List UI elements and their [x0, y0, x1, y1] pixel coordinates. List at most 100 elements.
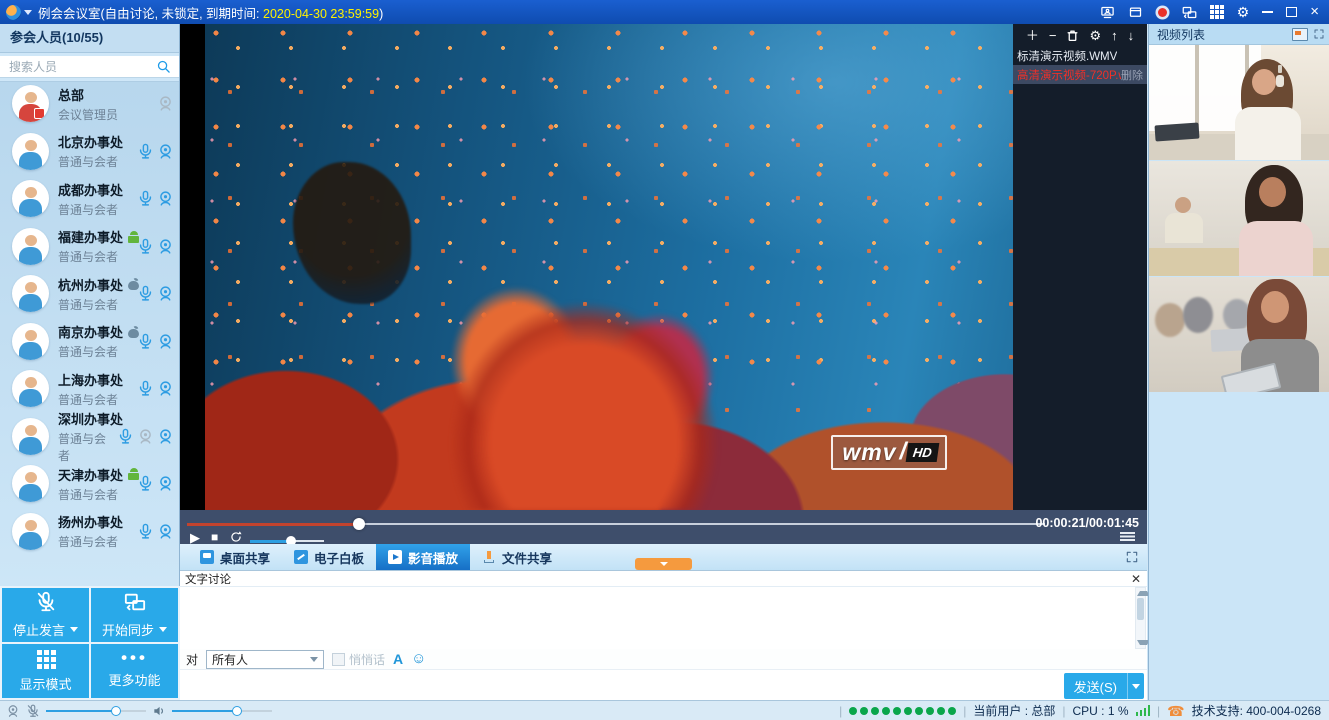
microphone-icon[interactable] — [137, 475, 154, 492]
file-upload-icon — [482, 550, 496, 564]
grid-icon — [37, 650, 42, 655]
screen-broadcast-icon[interactable] — [1100, 5, 1115, 20]
microphone-muted-icon[interactable] — [26, 704, 40, 718]
search-input[interactable] — [0, 56, 179, 78]
participant-row[interactable]: 深圳办事处 普通与会者 — [0, 413, 180, 461]
microphone-icon[interactable] — [137, 285, 154, 302]
send-options-caret[interactable] — [1128, 673, 1144, 699]
webcam-icon[interactable] — [157, 428, 174, 445]
start-sync-button[interactable]: 开始同步 — [91, 588, 178, 642]
speaker-volume-slider[interactable] — [172, 706, 272, 716]
participant-role: 普通与会者 — [58, 296, 137, 313]
playlist-panel: ＋ − ⚙ ↑ ↓ 标清演示视频.WMV 高清演示视频-720P.wmv 删 — [1013, 24, 1147, 510]
scroll-thumb[interactable] — [1137, 598, 1144, 620]
emoji-button[interactable]: ☺ — [411, 652, 426, 666]
video-list-expand-icon[interactable] — [1313, 28, 1325, 40]
participant-row[interactable]: 天津办事处 普通与会者 — [0, 460, 180, 508]
whisper-checkbox[interactable] — [332, 653, 345, 666]
status-dot — [904, 707, 912, 715]
playlist-item[interactable]: 标清演示视频.WMV — [1013, 46, 1147, 65]
video-thumbnail[interactable] — [1149, 161, 1329, 276]
participant-avatar — [12, 275, 49, 312]
minimize-button[interactable] — [1262, 11, 1273, 13]
move-up-icon[interactable]: ↑ — [1111, 29, 1118, 42]
playlist-add-icon[interactable]: ＋ — [1026, 29, 1039, 42]
media-video[interactable]: wmv/HD — [205, 24, 1013, 510]
participant-row[interactable]: 杭州办事处 普通与会者 — [0, 270, 180, 318]
playlist-toggle-icon[interactable] — [1120, 532, 1135, 541]
video-list-title: 视频列表 — [1157, 26, 1205, 43]
playlist-item-name: 标清演示视频.WMV — [1017, 48, 1117, 64]
tab-desktop-share[interactable]: 桌面共享 — [188, 544, 282, 570]
participant-row[interactable]: 北京办事处 普通与会者 — [0, 128, 180, 176]
search-icon[interactable] — [156, 59, 171, 74]
stop-button[interactable]: ■ — [211, 531, 218, 543]
webcam-icon[interactable] — [157, 333, 174, 350]
playlist-remove-icon[interactable]: − — [1049, 29, 1057, 42]
tab-file-share[interactable]: 文件共享 — [470, 544, 564, 570]
microphone-icon[interactable] — [137, 523, 154, 540]
participant-name: 天津办事处 — [58, 465, 123, 484]
chat-close-icon[interactable]: ✕ — [1131, 574, 1141, 584]
microphone-icon[interactable] — [137, 333, 154, 350]
chevron-down-icon[interactable] — [24, 10, 32, 15]
send-button[interactable]: 发送(S) — [1064, 673, 1128, 699]
webcam-icon[interactable] — [157, 380, 174, 397]
microphone-icon[interactable] — [137, 190, 154, 207]
screen-sync-icon[interactable] — [1182, 5, 1197, 20]
participant-row[interactable]: 扬州办事处 普通与会者 — [0, 508, 180, 556]
tab-whiteboard[interactable]: 电子白板 — [282, 544, 376, 570]
webcam-disabled-icon[interactable] — [137, 428, 154, 445]
webcam-status-icon[interactable] — [6, 704, 20, 718]
participant-name: 扬州办事处 — [58, 512, 123, 531]
float-window-icon[interactable] — [1128, 5, 1143, 20]
speaker-icon[interactable] — [152, 704, 166, 718]
participant-row[interactable]: 总部 会议管理员 — [0, 80, 180, 128]
playlist-settings-icon[interactable]: ⚙ — [1089, 29, 1101, 42]
tab-media-playback[interactable]: 影音播放 — [376, 544, 470, 570]
recipient-select[interactable]: 所有人 — [206, 650, 324, 669]
replay-button[interactable] — [229, 530, 243, 544]
participant-row[interactable]: 成都办事处 普通与会者 — [0, 175, 180, 223]
move-down-icon[interactable]: ↓ — [1128, 29, 1135, 42]
video-mode-icon[interactable] — [1292, 28, 1308, 41]
trash-icon[interactable] — [1066, 29, 1079, 42]
more-features-button[interactable]: ••• 更多功能 — [91, 644, 178, 698]
microphone-icon[interactable] — [137, 238, 154, 255]
progress-handle[interactable] — [353, 518, 365, 530]
participant-row[interactable]: 福建办事处 普通与会者 — [0, 223, 180, 271]
video-thumbnail[interactable] — [1149, 45, 1329, 160]
playlist-item[interactable]: 高清演示视频-720P.wmv 删除 — [1013, 65, 1147, 84]
participant-row[interactable]: 南京办事处 普通与会者 — [0, 318, 180, 366]
display-mode-button[interactable]: 显示模式 — [2, 644, 89, 698]
close-button[interactable]: × — [1310, 6, 1319, 18]
layout-grid-icon[interactable] — [1210, 5, 1214, 9]
webcam-icon[interactable] — [157, 523, 174, 540]
participant-row[interactable]: 上海办事处 普通与会者 — [0, 365, 180, 413]
video-thumbnail[interactable] — [1149, 277, 1329, 392]
panel-collapse-handle[interactable] — [635, 558, 692, 570]
cpu-usage-label: CPU : 1 % — [1073, 704, 1129, 718]
webcam-icon[interactable] — [157, 190, 174, 207]
webcam-disabled-icon[interactable] — [157, 95, 174, 112]
microphone-icon[interactable] — [137, 143, 154, 160]
play-button[interactable]: ▶ — [190, 531, 200, 544]
settings-gear-icon[interactable]: ⚙ — [1237, 5, 1250, 19]
stop-speaking-button[interactable]: 停止发言 — [2, 588, 89, 642]
whisper-option[interactable]: 悄悄话 — [332, 651, 385, 668]
playlist-delete-button[interactable]: 删除 — [1121, 67, 1143, 83]
mic-volume-slider[interactable] — [46, 706, 146, 716]
webcam-icon[interactable] — [157, 475, 174, 492]
chat-input-area[interactable]: 发送(S) — [180, 669, 1147, 702]
webcam-icon[interactable] — [157, 143, 174, 160]
microphone-icon[interactable] — [137, 380, 154, 397]
font-button[interactable]: A — [393, 651, 403, 667]
record-icon[interactable] — [1158, 8, 1167, 17]
microphone-icon[interactable] — [117, 428, 134, 445]
chat-scrollbar[interactable] — [1135, 587, 1146, 649]
maximize-button[interactable] — [1286, 7, 1297, 17]
webcam-icon[interactable] — [157, 285, 174, 302]
expand-icon[interactable] — [1125, 550, 1139, 564]
progress-bar[interactable] — [187, 518, 1045, 530]
webcam-icon[interactable] — [157, 238, 174, 255]
